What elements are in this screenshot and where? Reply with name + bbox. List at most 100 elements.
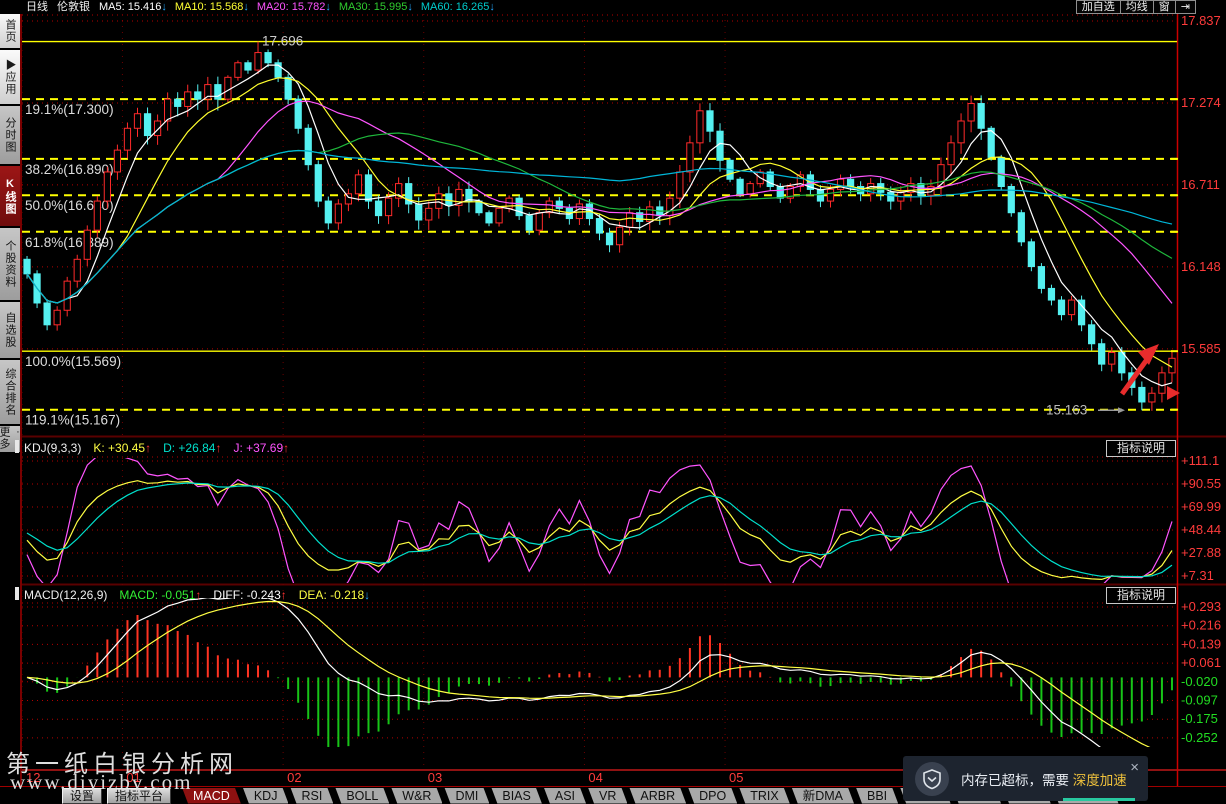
svg-text:+90.55: +90.55 (1181, 476, 1221, 491)
svg-text:17.837: 17.837 (1181, 13, 1221, 28)
deep-boost-link[interactable]: 深度加速 (1073, 773, 1127, 788)
add-watchlist-button[interactable]: 加自选 (1076, 0, 1121, 14)
svg-text:-0.252: -0.252 (1181, 730, 1218, 745)
settings-button[interactable]: 设置 (62, 788, 102, 804)
svg-text:100.0%(15.569): 100.0%(15.569) (25, 354, 121, 369)
indicator-value: K: +30.45↑ (93, 441, 151, 455)
left-sidebar: 首页▶应用分时图K线图个股资料自选股综合排名更多· (0, 14, 22, 804)
sidebar-item-首页[interactable]: 首页 (0, 14, 20, 48)
gridlines (0, 14, 1226, 786)
sidebar-item-分时图[interactable]: 分时图 (0, 106, 20, 164)
window-button[interactable]: 窗 (1153, 0, 1176, 14)
top-bar: 日线 伦敦银 MA5: 15.416↓ MA10: 15.568↓ MA20: 15… (0, 0, 1226, 14)
ma-value: MA30: 15.995↓ (339, 1, 413, 13)
indicator-platform-button[interactable]: 指标平台 (107, 788, 171, 804)
svg-text:+7.31: +7.31 (1181, 568, 1214, 583)
kdj-header: KDJ(9,3,3) K: +30.45↑ D: +26.84↑ J: +37.69… (24, 439, 301, 456)
ma-toggle-button[interactable]: 均线 (1120, 0, 1154, 14)
sidebar-item-自选股[interactable]: 自选股 (0, 302, 20, 358)
svg-text:02: 02 (287, 770, 301, 785)
period-label[interactable]: 日线 (26, 1, 48, 13)
macd-panel-handle[interactable] (15, 587, 19, 600)
svg-text:01: 01 (126, 770, 140, 785)
sidebar-item-个股资料[interactable]: 个股资料 (0, 228, 20, 300)
svg-text:17.274: 17.274 (1181, 95, 1221, 110)
ma-value: MA5: 15.416↓ (99, 1, 167, 13)
svg-text:+111.1: +111.1 (1181, 453, 1219, 468)
svg-text:16.711: 16.711 (1181, 177, 1220, 192)
diff-line (27, 596, 1172, 767)
d-line (27, 483, 1172, 577)
chart-canvas[interactable]: 19.1%(17.300)38.2%(16.890)50.0%(16.640)6… (0, 0, 1226, 804)
svg-text:-0.097: -0.097 (1181, 693, 1218, 708)
macd-header: MACD(12,26,9) MACD: -0.051↑ DIFF: -0.243↑… (24, 586, 382, 603)
shield-icon (915, 762, 949, 796)
tab-RSI[interactable]: RSI (290, 788, 333, 804)
axis-labels: 12 01 02 03 04 05 17.837 17.274 16.711 16.148 15.5… (26, 13, 1221, 785)
svg-text:17.696: 17.696 (262, 34, 303, 49)
svg-text:04: 04 (588, 770, 602, 785)
svg-text:03: 03 (428, 770, 442, 785)
tab-KDJ[interactable]: KDJ (243, 788, 289, 804)
svg-text:19.1%(17.300): 19.1%(17.300) (25, 102, 114, 117)
tab-ASI[interactable]: ASI (544, 788, 586, 804)
svg-text:-0.020: -0.020 (1181, 674, 1218, 689)
svg-text:+69.99: +69.99 (1181, 499, 1221, 514)
toast-progress-bar (1063, 798, 1135, 801)
sidebar-item-综合排名[interactable]: 综合排名 (0, 360, 20, 424)
kdj-title: KDJ(9,3,3) (24, 441, 81, 455)
svg-text:38.2%(16.890): 38.2%(16.890) (25, 162, 114, 177)
kdj-indicator-help-button[interactable]: 指标说明 (1106, 440, 1176, 457)
svg-text:16.148: 16.148 (1181, 259, 1221, 274)
topbar-buttons: 加自选 均线 窗 ⇥ (1077, 0, 1196, 14)
k-line (27, 481, 1172, 580)
svg-text:05: 05 (729, 770, 743, 785)
indicator-value: DEA: -0.218↓ (299, 588, 370, 602)
collapse-icon[interactable]: ⇥ (1175, 0, 1196, 14)
svg-text:+48.44: +48.44 (1181, 522, 1221, 537)
svg-text:12: 12 (26, 770, 40, 785)
toast-message: 内存已超标，需要 深度加速 (961, 769, 1127, 789)
ma-value: MA60: 16.265↓ (421, 1, 495, 13)
sidebar-item-K线图[interactable]: K线图 (0, 166, 20, 226)
svg-text:+27.88: +27.88 (1181, 545, 1221, 560)
svg-text:+0.216: +0.216 (1181, 618, 1221, 633)
main-chart: 19.1%(17.300)38.2%(16.890)50.0%(16.640)6… (22, 34, 1177, 428)
kdj-panel-handle[interactable] (15, 440, 19, 453)
svg-text:+0.061: +0.061 (1181, 655, 1221, 670)
ma-value: MA20: 15.782↓ (257, 1, 331, 13)
svg-text:-0.175: -0.175 (1181, 711, 1218, 726)
tab-MACD[interactable]: MACD (182, 788, 241, 804)
tab-BOLL[interactable]: BOLL (335, 788, 389, 804)
tab-BIAS[interactable]: BIAS (491, 788, 542, 804)
ma20-line (27, 101, 1172, 303)
sidebar-item-应用[interactable]: ▶应用 (0, 50, 20, 104)
indicator-value: J: +37.69↑ (233, 441, 289, 455)
tab-TRIX[interactable]: TRIX (739, 788, 789, 804)
ma-readout: MA5: 15.416↓ MA10: 15.568↓ MA20: 15.782↓ MA… (99, 1, 503, 13)
svg-text:+0.139: +0.139 (1181, 636, 1221, 651)
indicator-value: D: +26.84↑ (163, 441, 221, 455)
tab-新DMA[interactable]: 新DMA (792, 788, 854, 804)
tab-W&R[interactable]: W&R (391, 788, 442, 804)
indicator-value: DIFF: -0.243↑ (213, 588, 286, 602)
svg-text:15.585: 15.585 (1181, 341, 1221, 356)
tab-DPO[interactable]: DPO (688, 788, 737, 804)
toast-close-icon[interactable]: × (1130, 759, 1139, 776)
memory-toast: 内存已超标，需要 深度加速 × (903, 756, 1148, 801)
trading-app-window: 19.1%(17.300)38.2%(16.890)50.0%(16.640)6… (0, 0, 1226, 804)
svg-text:15.163: 15.163 (1046, 402, 1087, 417)
svg-text:+0.293: +0.293 (1181, 599, 1221, 614)
indicator-value: MACD: -0.051↑ (119, 588, 201, 602)
tab-VR[interactable]: VR (588, 788, 627, 804)
tab-ARBR[interactable]: ARBR (629, 788, 686, 804)
candles (24, 42, 1175, 411)
tab-BBI[interactable]: BBI (856, 788, 898, 804)
svg-text:119.1%(15.167): 119.1%(15.167) (25, 413, 120, 428)
tab-DMI[interactable]: DMI (444, 788, 489, 804)
macd-panel (27, 596, 1172, 767)
macd-indicator-help-button[interactable]: 指标说明 (1106, 587, 1176, 604)
ma-value: MA10: 15.568↓ (175, 1, 249, 13)
macd-title: MACD(12,26,9) (24, 588, 107, 602)
symbol-label: 伦敦银 (57, 1, 90, 13)
